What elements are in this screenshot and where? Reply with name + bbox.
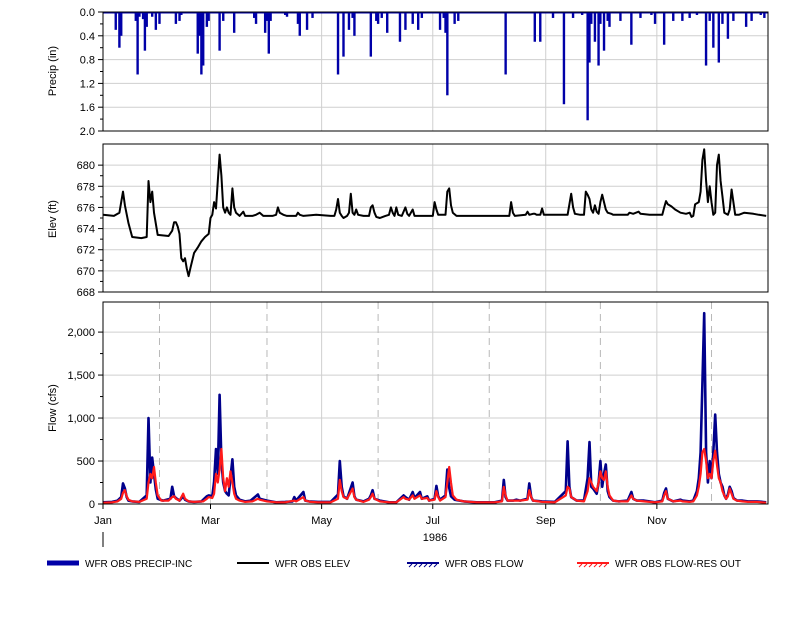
flow-ytick-label: 500 [77,456,95,468]
precip-bar [411,12,414,24]
precip-bar [416,12,420,30]
hydrograph-chart: Precip (in) 0.0 0.4 0.8 1.2 1.6 2.0 Elev (ft)… [0,0,800,627]
chart-canvas: Precip (in) 0.0 0.4 0.8 1.2 1.6 2.0 Elev (ft)… [0,0,800,627]
precip-ytick-label: 0.0 [80,7,95,19]
precip-ytick-label: 0.4 [80,31,95,43]
precip-bar [298,12,301,36]
precip-panel: Precip (in) 0.0 0.4 0.8 1.2 1.6 2.0 [47,7,769,138]
precip-bar [398,12,402,42]
precip-bar [154,12,158,30]
precip-bar [453,12,456,24]
precip-ytick-label: 2.0 [80,126,95,138]
legend-label-flow-res: WFR OBS FLOW-RES OUT [615,559,741,570]
precip-bar [446,12,449,96]
flow-ytick-label: 1,000 [67,413,95,425]
precip-bar [232,12,236,33]
legend-label-precip: WFR OBS PRECIP-INC [85,559,192,570]
precip-bar [704,12,708,66]
precip-bar [353,12,356,36]
elev-ytick-label: 680 [77,160,95,172]
precip-bar [202,12,205,66]
elev-plot-area [103,144,768,292]
flow-ytick-label: 0 [89,499,95,511]
legend-label-flow: WFR OBS FLOW [445,559,524,570]
precip-bar [504,12,507,75]
precip-bar [726,12,730,39]
precip-bar [717,12,721,63]
precip-bar [404,12,407,30]
x-axis-month-label: Jul [426,515,440,527]
elev-ytick-label: 672 [77,245,95,257]
precip-bar [533,12,536,42]
x-axis-year-label: 1986 [423,532,447,544]
elev-ytick-label: 676 [77,202,95,214]
flow-ytick-label: 2,000 [67,327,95,339]
elev-axis-title: Elev (ft) [47,200,59,238]
precip-bar [590,12,593,24]
precip-bar [305,12,309,30]
precip-bar [342,12,345,57]
precip-bar [376,12,380,24]
precip-bar [662,12,666,45]
precip-bar [721,12,724,24]
precip-bar [599,12,602,24]
precip-bar [218,12,221,51]
elev-ytick-label: 670 [77,266,95,278]
precip-bar [120,12,123,36]
precip-ytick-label: 1.2 [80,78,95,90]
precip-bar [539,12,542,42]
precip-bar [562,12,566,105]
precip-bar [336,12,340,75]
precip-ytick-label: 0.8 [80,55,95,67]
x-axis-month-label: Mar [201,515,220,527]
elev-panel: Elev (ft) 668 670 672 674 676 678 680 [47,143,769,299]
precip-bar [608,12,611,27]
precip-axis-title: Precip (in) [47,46,59,96]
x-axis-month-label: Nov [647,515,667,527]
x-axis-month-label: Jan [94,515,112,527]
elev-ytick-label: 674 [77,224,95,236]
precip-bar [347,12,351,30]
precip-bar [653,12,657,24]
precip-bar [136,12,139,75]
precip-bar [174,12,178,24]
precip-bar [593,12,597,42]
flow-axis-title: Flow (cfs) [47,384,59,432]
precip-bar [254,12,258,24]
elev-ytick-label: 668 [77,287,95,299]
precip-bar [386,12,389,33]
precip-bar [712,12,715,48]
precip-bar [145,12,148,27]
flow-ytick-label: 1,500 [67,370,95,382]
precip-bar [369,12,373,57]
precip-bar [114,12,117,30]
precip-bar [158,12,161,24]
legend-label-elev: WFR OBS ELEV [275,559,350,570]
precip-bar [744,12,748,27]
x-axis-month-label: May [311,515,332,527]
x-axis-month-label: Sep [536,515,556,527]
precip-ytick-label: 1.6 [80,102,95,114]
precip-bar [438,12,442,30]
precip-bar [602,12,606,51]
elev-ytick-label: 678 [77,181,95,193]
precip-bar [630,12,633,45]
